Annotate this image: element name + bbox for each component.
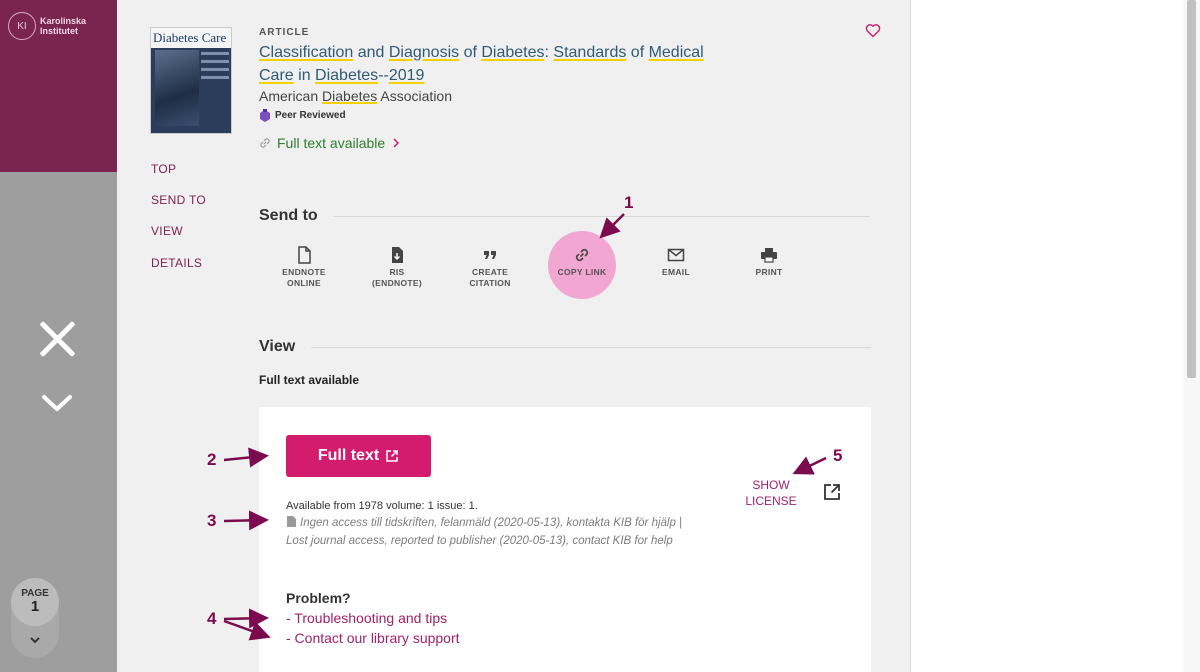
- send-to-heading: Send to: [259, 207, 318, 224]
- title-text: of: [459, 44, 482, 61]
- document-download-icon: [392, 247, 403, 263]
- institution-logo[interactable]: KI Karolinska Institutet: [8, 12, 98, 40]
- institution-name: Karolinska Institutet: [40, 16, 87, 36]
- action-label: PRINT: [755, 267, 783, 277]
- contact-support-link[interactable]: - Contact our library support: [286, 630, 460, 646]
- nav-view[interactable]: VIEW: [151, 224, 183, 238]
- title-text: of: [626, 44, 649, 61]
- send-to-ris[interactable]: RIS (ENDNOTE): [362, 246, 432, 289]
- author-text: Association: [377, 88, 453, 104]
- action-label: ONLINE: [287, 278, 321, 288]
- send-to-email[interactable]: EMAIL: [641, 246, 711, 278]
- peer-reviewed-label: Peer Reviewed: [275, 110, 346, 121]
- chevron-down-icon[interactable]: [40, 392, 74, 414]
- public-note-text: Ingen access till tidskriften, felanmäld…: [286, 517, 683, 547]
- record-title[interactable]: Classification and Diagnosis of Diabetes…: [259, 41, 739, 87]
- divider: [333, 216, 870, 217]
- cover-line: [201, 52, 229, 55]
- title-text: and: [353, 44, 389, 61]
- annotation-3: 3: [207, 511, 217, 530]
- open-new-window-icon[interactable]: [823, 483, 841, 506]
- title-text: --: [378, 67, 389, 84]
- title-term: Diabetes: [481, 44, 545, 61]
- title-text: in: [293, 67, 316, 84]
- header-brand-band: KI Karolinska Institutet: [0, 0, 117, 172]
- cover-line: [201, 60, 229, 63]
- cover-line: [201, 76, 229, 79]
- annotation-1: 1: [624, 193, 634, 212]
- public-note: Ingen access till tidskriften, felanmäld…: [286, 514, 706, 550]
- page-number: 1: [30, 598, 40, 615]
- page-number-button[interactable]: PAGE 1: [11, 578, 59, 626]
- chevron-right-icon: [393, 138, 400, 148]
- link-icon: [575, 248, 589, 262]
- availability-link[interactable]: Full text available: [259, 135, 401, 151]
- action-label: COPY LINK: [557, 267, 607, 277]
- divider: [311, 347, 871, 348]
- peer-reviewed-badge: Peer Reviewed: [259, 109, 346, 122]
- troubleshooting-link[interactable]: - Troubleshooting and tips: [286, 610, 447, 626]
- seal-icon: KI: [8, 12, 36, 40]
- cover-image: [155, 50, 199, 126]
- title-term: Standards: [553, 44, 627, 61]
- page-indicator: PAGE 1: [11, 578, 59, 658]
- title-term: Classification: [259, 44, 354, 61]
- view-heading: View: [259, 338, 296, 355]
- journal-cover-thumbnail: Diabetes Care: [150, 27, 232, 134]
- note-icon: [287, 516, 296, 527]
- action-label: CITATION: [469, 278, 511, 288]
- quote-icon: [484, 251, 496, 259]
- close-icon[interactable]: [36, 318, 78, 360]
- page-down-chevron-icon[interactable]: [11, 632, 59, 650]
- annotation-4: 4: [207, 609, 217, 628]
- availability-statement: Available from 1978 volume: 1 issue: 1.: [286, 500, 478, 512]
- view-online-card: Full text Available from 1978 volume: 1 …: [259, 407, 871, 672]
- action-label: ENDNOTE: [282, 267, 326, 277]
- full-text-button[interactable]: Full text: [286, 435, 431, 477]
- record-author[interactable]: American Diabetes Association: [259, 88, 452, 104]
- scrollbar-track[interactable]: [1183, 0, 1200, 672]
- action-label: (ENDNOTE): [372, 278, 422, 288]
- send-to-print[interactable]: PRINT: [734, 246, 804, 278]
- resource-type: ARTICLE: [259, 27, 310, 38]
- show-license-link[interactable]: SHOW LICENSE: [745, 477, 797, 509]
- peer-reviewed-icon: [260, 109, 270, 122]
- document-icon: [298, 246, 311, 264]
- cover-line: [201, 68, 229, 71]
- author-text: American: [259, 88, 323, 104]
- full-text-button-label: Full text: [317, 447, 380, 464]
- nav-details[interactable]: DETAILS: [151, 256, 202, 270]
- pin-heart-icon[interactable]: [865, 23, 881, 43]
- nav-top[interactable]: TOP: [151, 162, 176, 176]
- action-label: EMAIL: [662, 267, 690, 277]
- full-text-available-label: Full text available: [259, 373, 360, 387]
- title-term: Medical: [648, 44, 704, 61]
- link-icon: [260, 138, 270, 148]
- annotation-5: 5: [833, 446, 843, 465]
- record-full-view: Diabetes Care TOP SEND TO VIEW DETAILS A…: [117, 0, 910, 672]
- title-term: Diabetes: [315, 67, 379, 84]
- title-term: Diagnosis: [388, 44, 460, 61]
- right-empty-area: [910, 0, 1200, 672]
- cover-title: Diabetes Care: [151, 28, 231, 48]
- annotation-2: 2: [207, 450, 217, 469]
- action-label: RIS: [389, 267, 405, 277]
- scrollbar-thumb[interactable]: [1187, 0, 1196, 378]
- title-term: Care: [259, 67, 294, 84]
- send-to-copy-link[interactable]: COPY LINK: [547, 246, 617, 278]
- printer-icon: [761, 248, 777, 263]
- author-term: Diabetes: [322, 88, 378, 104]
- title-term: 2019: [388, 67, 425, 84]
- action-label: CREATE: [471, 267, 509, 277]
- external-link-icon: [386, 450, 398, 462]
- problem-heading: Problem?: [286, 590, 351, 606]
- availability-label: Full text available: [277, 135, 386, 151]
- send-to-endnote-online[interactable]: ENDNOTE ONLINE: [269, 246, 339, 289]
- envelope-icon: [667, 248, 685, 262]
- nav-send-to[interactable]: SEND TO: [151, 193, 206, 207]
- send-to-create-citation[interactable]: CREATE CITATION: [455, 246, 525, 289]
